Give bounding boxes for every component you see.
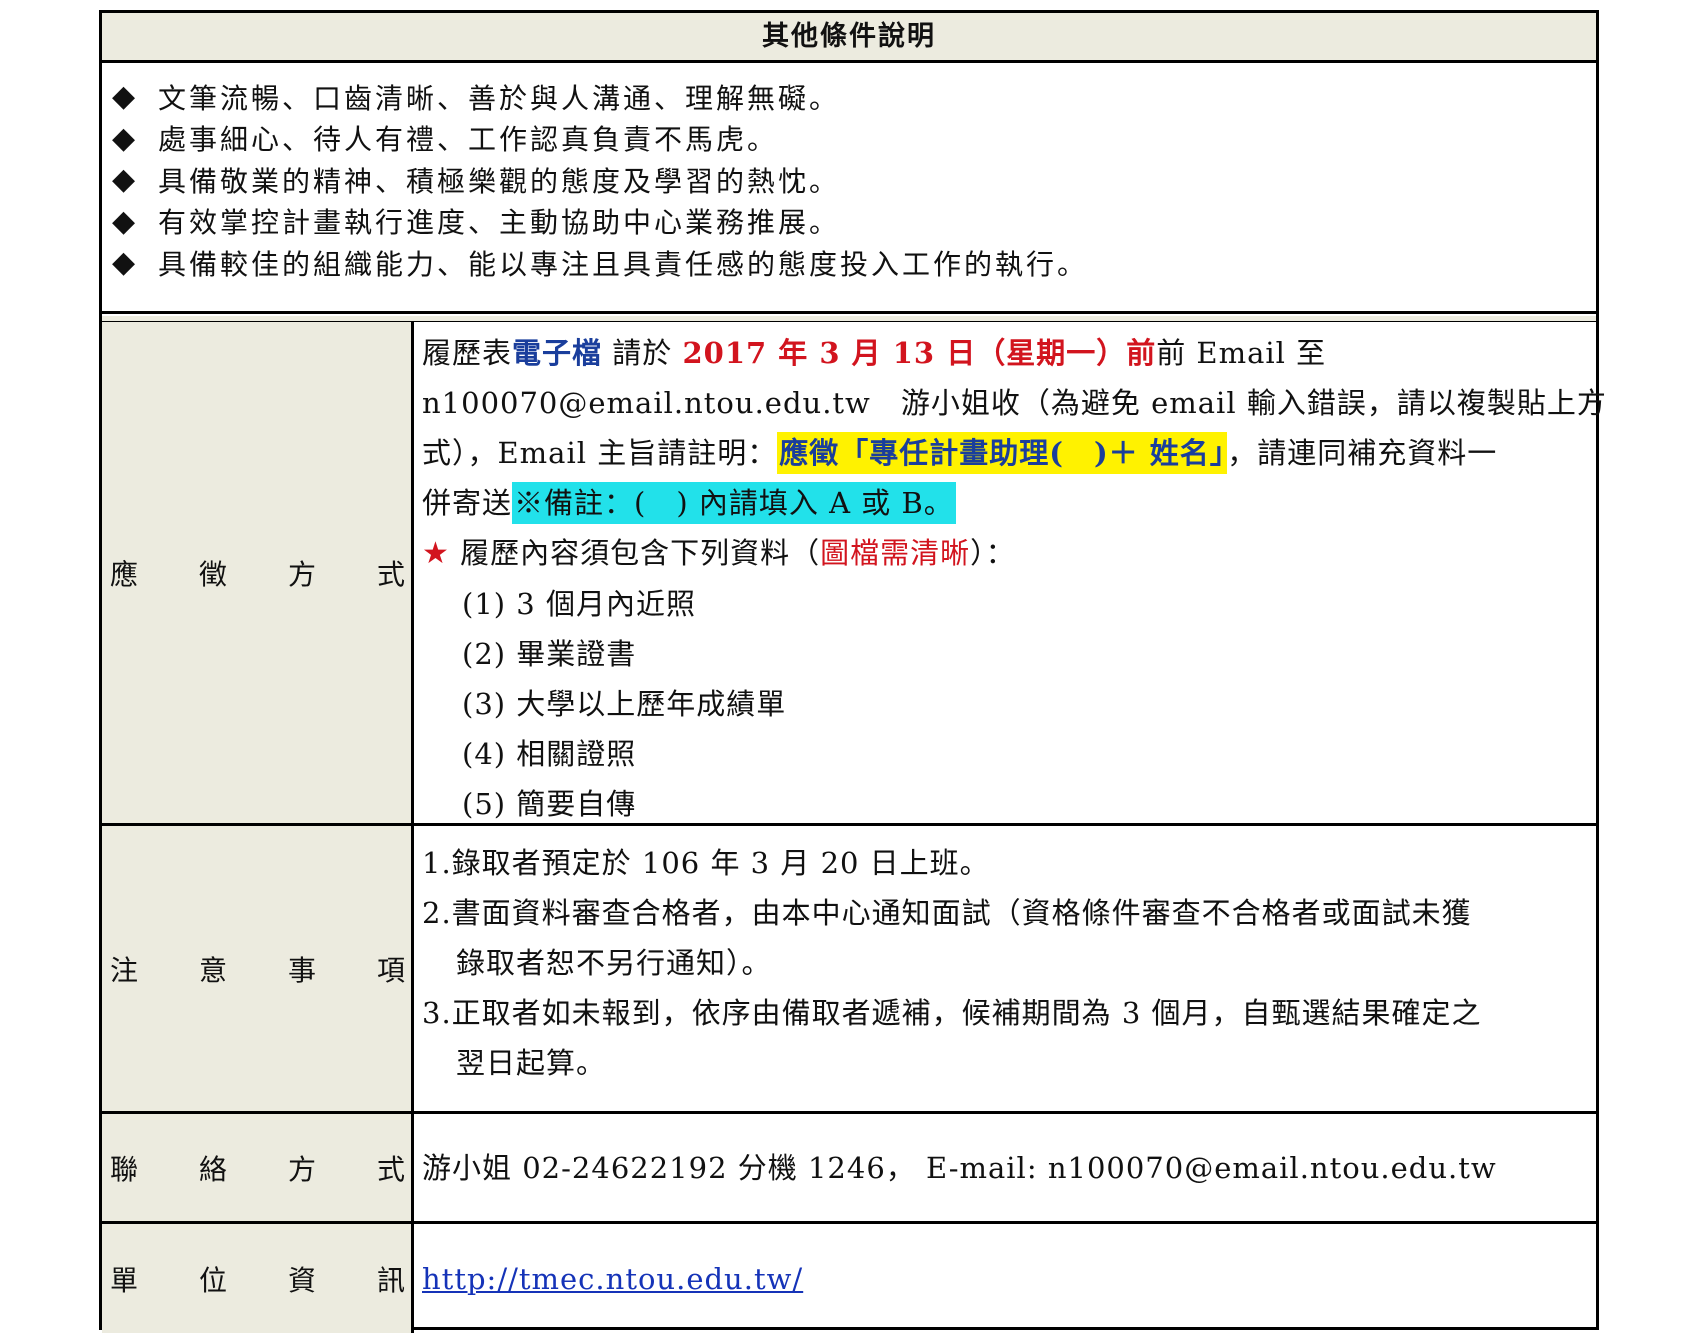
condition-text: 有效掌控計畫執行進度、主動協助中心業務推展。 <box>158 206 841 240</box>
condition-text: 文筆流暢、口齒清晰、善於與人溝通、理解無礙。 <box>158 81 841 115</box>
apply-text: 請於 <box>602 336 673 370</box>
apply-text: 履歷表 <box>422 336 513 370</box>
label-char: 位 <box>198 1263 227 1297</box>
list-item: ◆ 文筆流暢、口齒清晰、善於與人溝通、理解無礙。 <box>102 76 1596 118</box>
apply-line-1: 履歷表電子檔 請於 2017 年 3 月 13 日（星期一）前前 Email 至 <box>422 328 1590 378</box>
label-char: 資 <box>287 1263 316 1297</box>
label-char: 方 <box>287 1152 316 1186</box>
contact-content: 游小姐 02-24622192 分機 1246， E-mail: n100070… <box>414 1114 1596 1221</box>
contact-row: 聯 絡 方 式 游小姐 02-24622192 分機 1246， E-mail:… <box>102 1114 1596 1224</box>
apply-text: ）： <box>970 536 1016 570</box>
apply-row: 應 徵 方 式 履歷表電子檔 請於 2017 年 3 月 13 日（星期一）前前… <box>102 322 1607 826</box>
diamond-bullet-icon: ◆ <box>112 245 136 281</box>
list-item: (4) 相關證照 <box>462 737 637 771</box>
condition-text: 具備較佳的組織能力、能以專注且具責任感的態度投入工作的執行。 <box>158 247 1089 281</box>
row-label: 聯 絡 方 式 <box>102 1114 414 1221</box>
note-2: 2.書面資料審查合格者，由本中心通知面試（資格條件審查不合格者或面試未獲 <box>422 896 1472 930</box>
label-char: 意 <box>198 953 227 987</box>
apply-text: 前 Email 至 <box>1156 336 1327 370</box>
apply-line-3: 式），Email 主旨請註明：應徵「專任計畫助理( )＋ 姓名」，請連同補充資料… <box>422 428 1590 478</box>
apply-text: 併寄送 <box>422 486 513 520</box>
note-2-cont: 錄取者恕不另行通知）。 <box>456 946 772 980</box>
apply-line-2: n100070@email.ntou.edu.tw 游小姐收（為避免 email… <box>422 386 1607 420</box>
label-char: 方 <box>287 557 316 591</box>
list-item: ◆ 處事細心、待人有禮、工作認真負責不馬虎。 <box>102 118 1596 160</box>
label-char: 聯 <box>110 1152 139 1186</box>
label-char: 事 <box>287 953 316 987</box>
apply-line-4: 併寄送※備註：( ) 內請填入 A 或 B。 <box>422 478 1590 528</box>
apply-content: 履歷表電子檔 請於 2017 年 3 月 13 日（星期一）前前 Email 至… <box>414 322 1607 823</box>
label-char: 訊 <box>376 1263 405 1297</box>
condition-text: 處事細心、待人有禮、工作認真負責不馬虎。 <box>158 123 779 157</box>
condition-text: 具備敬業的精神、積極樂觀的態度及學習的熱忱。 <box>158 164 841 198</box>
unit-row: 單 位 資 訊 http://tmec.ntou.edu.tw/ <box>102 1224 1596 1333</box>
website-link[interactable]: http://tmec.ntou.edu.tw/ <box>422 1254 803 1304</box>
deadline-text: 2017 年 3 月 13 日（星期一）前 <box>682 336 1157 370</box>
diamond-bullet-icon: ◆ <box>112 162 136 198</box>
label-char: 徵 <box>198 557 227 591</box>
note-1: 1.錄取者預定於 106 年 3 月 20 日上班。 <box>422 846 990 880</box>
email-subject-highlight: 應徵「專任計畫助理( )＋ 姓名」 <box>777 432 1228 474</box>
notes-row: 注 意 事 項 1.錄取者預定於 106 年 3 月 20 日上班。 2.書面資… <box>102 826 1596 1114</box>
list-item: (5) 簡要自傳 <box>462 787 637 821</box>
list-item: ◆ 有效掌控計畫執行進度、主動協助中心業務推展。 <box>102 201 1596 243</box>
label-char: 應 <box>110 557 139 591</box>
apply-text: ，請連同補充資料一 <box>1227 436 1498 470</box>
diamond-bullet-icon: ◆ <box>112 203 136 239</box>
label-char: 式 <box>376 1152 405 1186</box>
diamond-bullet-icon: ◆ <box>112 120 136 156</box>
electronic-file-text: 電子檔 <box>512 336 603 370</box>
label-char: 注 <box>110 953 139 987</box>
notes-content: 1.錄取者預定於 106 年 3 月 20 日上班。 2.書面資料審查合格者，由… <box>414 826 1596 1111</box>
contact-text: 游小姐 02-24622192 分機 1246， E-mail: n100070… <box>422 1150 1497 1185</box>
remark-highlight: ※備註：( ) 內請填入 A 或 B。 <box>512 482 956 524</box>
apply-line-5: ★ 履歷內容須包含下列資料（圖檔需清晰）： <box>422 528 1590 579</box>
label-char: 項 <box>376 953 405 987</box>
star-icon: ★ <box>422 536 450 571</box>
row-label: 應 徵 方 式 <box>102 322 414 823</box>
apply-text: 履歷內容須包含下列資料（ <box>449 536 821 570</box>
document-table: 其他條件說明 ◆ 文筆流暢、口齒清晰、善於與人溝通、理解無礙。 ◆ 處事細心、待… <box>99 10 1607 1333</box>
label-char: 式 <box>376 557 405 591</box>
list-item: (1) 3 個月內近照 <box>462 587 696 621</box>
note-3: 3.正取者如未報到，依序由備取者遞補，候補期間為 3 個月，自甄選結果確定之 <box>422 996 1482 1030</box>
label-char: 絡 <box>198 1152 227 1186</box>
unit-content: http://tmec.ntou.edu.tw/ <box>414 1224 1596 1333</box>
apply-text: 式），Email 主旨請註明： <box>422 436 778 470</box>
image-clarity-text: 圖檔需清晰 <box>820 536 971 570</box>
conditions-list: ◆ 文筆流暢、口齒清晰、善於與人溝通、理解無礙。 ◆ 處事細心、待人有禮、工作認… <box>102 63 1596 314</box>
list-item: (3) 大學以上歷年成績單 <box>462 687 787 721</box>
list-item: (2) 畢業證書 <box>462 637 637 671</box>
note-3-cont: 翌日起算。 <box>456 1046 607 1080</box>
list-item: ◆ 具備敬業的精神、積極樂觀的態度及學習的熱忱。 <box>102 159 1596 201</box>
list-item: ◆ 具備較佳的組織能力、能以專注且具責任感的態度投入工作的執行。 <box>102 242 1596 284</box>
row-label: 注 意 事 項 <box>102 826 414 1111</box>
section-title: 其他條件說明 <box>102 13 1596 63</box>
label-char: 單 <box>110 1263 139 1297</box>
row-label: 單 位 資 訊 <box>102 1224 414 1333</box>
diamond-bullet-icon: ◆ <box>112 79 136 115</box>
